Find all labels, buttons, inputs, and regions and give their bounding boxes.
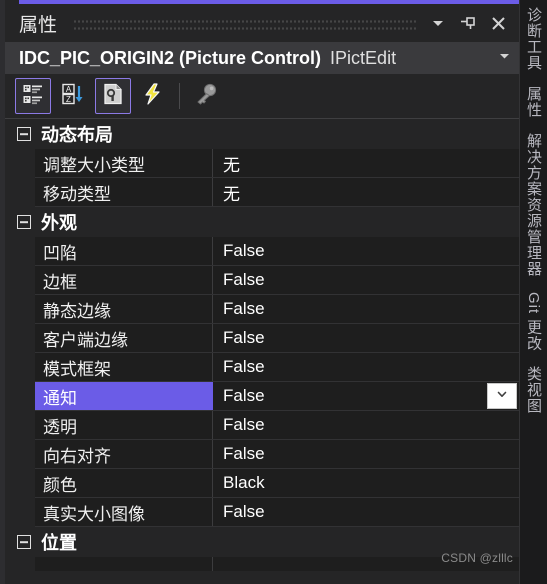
property-value[interactable]: False [213, 440, 519, 468]
key-icon [193, 81, 219, 112]
toolbar-alphabetical-view[interactable]: A Z [55, 78, 91, 114]
sort-alphabetical-icon: A Z [60, 81, 86, 112]
svg-text:A: A [66, 85, 72, 94]
object-type: IPictEdit [330, 47, 397, 68]
property-name: 静态边缘 [35, 295, 213, 323]
property-row[interactable]: 透明 False [35, 411, 519, 440]
vertical-tab-strip: 诊断工具 属性 解决方案资源管理器 Git 更改 类视图 [519, 0, 547, 584]
property-row[interactable]: 颜色 Black [35, 469, 519, 498]
property-name: 通知 [35, 382, 213, 410]
property-name: 向右对齐 [35, 440, 213, 468]
property-row[interactable]: 移动类型 无 [35, 178, 519, 207]
property-value[interactable]: False [213, 266, 519, 294]
lightning-bolt-icon [140, 81, 166, 112]
property-row[interactable]: 向右对齐 False [35, 440, 519, 469]
property-value[interactable] [213, 557, 519, 571]
property-group-label: 动态布局 [41, 125, 113, 145]
property-row[interactable]: 真实大小图像 False [35, 498, 519, 527]
vtab-diagnostic-tools[interactable]: 诊断工具 [523, 2, 544, 81]
svg-text:Z: Z [66, 95, 71, 104]
property-name [35, 557, 213, 571]
vtab-properties[interactable]: 属性 [523, 81, 544, 128]
collapse-minus-icon[interactable] [17, 127, 31, 141]
property-group-header[interactable]: 位置 [11, 527, 519, 557]
property-value[interactable]: False [213, 324, 519, 352]
property-group-label: 位置 [41, 533, 77, 553]
panel-titlebar: 属性 [5, 4, 519, 42]
vtab-class-view[interactable]: 类视图 [523, 361, 544, 424]
property-name: 透明 [35, 411, 213, 439]
close-icon [490, 15, 507, 32]
property-value[interactable]: False [213, 295, 519, 323]
property-group-header[interactable]: 动态布局 [11, 119, 519, 149]
toolbar-separator [179, 83, 180, 109]
property-value[interactable]: False [213, 498, 519, 526]
property-value[interactable]: False [213, 382, 519, 410]
properties-panel: 属性 IDC_PIC_ORIGIN2 (Picture Control) IPi… [5, 0, 519, 584]
property-row[interactable]: 边框 False [35, 266, 519, 295]
property-name: 模式框架 [35, 353, 213, 381]
property-name: 颜色 [35, 469, 213, 497]
collapse-minus-icon[interactable] [17, 215, 31, 229]
property-grid[interactable]: 动态布局 调整大小类型 无 移动类型 无 外观 凹陷 False 边框 Fals… [5, 119, 519, 584]
property-group-label: 外观 [41, 213, 77, 233]
vtab-solution-explorer[interactable]: 解决方案资源管理器 [523, 128, 544, 287]
property-name: 边框 [35, 266, 213, 294]
property-value[interactable]: False [213, 353, 519, 381]
properties-page-icon [100, 81, 126, 112]
property-row-selected[interactable]: 通知 False [35, 382, 519, 411]
chevron-down-icon [498, 49, 511, 67]
property-name: 真实大小图像 [35, 498, 213, 526]
property-row[interactable]: 调整大小类型 无 [35, 149, 519, 178]
property-value[interactable]: Black [213, 469, 519, 497]
property-group-header[interactable]: 外观 [11, 207, 519, 237]
property-row[interactable] [35, 557, 519, 571]
properties-toolbar: A Z [5, 74, 519, 119]
window-menu-button[interactable] [423, 9, 453, 37]
categorized-view-icon [20, 81, 46, 112]
property-name: 客户端边缘 [35, 324, 213, 352]
object-dropdown-button[interactable] [493, 49, 515, 67]
properties-window: 属性 IDC_PIC_ORIGIN2 (Picture Control) IPi… [0, 0, 547, 584]
property-value-dropdown-button[interactable] [487, 383, 517, 409]
toolbar-properties-view[interactable] [95, 78, 131, 114]
object-selector[interactable]: IDC_PIC_ORIGIN2 (Picture Control) IPictE… [5, 42, 519, 74]
object-name: IDC_PIC_ORIGIN2 (Picture Control) [19, 47, 322, 68]
pin-icon [459, 14, 477, 32]
property-name: 凹陷 [35, 237, 213, 265]
chevron-down-icon [430, 15, 446, 31]
property-value[interactable]: 无 [213, 149, 519, 177]
property-row[interactable]: 客户端边缘 False [35, 324, 519, 353]
toolbar-events-view[interactable] [135, 78, 171, 114]
toolbar-property-pages[interactable] [188, 78, 224, 114]
property-name: 调整大小类型 [35, 149, 213, 177]
chevron-down-icon [495, 387, 509, 406]
toolbar-categorized-view[interactable] [15, 78, 51, 114]
property-row[interactable]: 模式框架 False [35, 353, 519, 382]
vtab-git-changes[interactable]: Git 更改 [523, 287, 544, 361]
drag-handle[interactable] [73, 16, 417, 30]
property-row[interactable]: 静态边缘 False [35, 295, 519, 324]
collapse-minus-icon[interactable] [17, 535, 31, 549]
panel-title: 属性 [19, 14, 58, 36]
property-value[interactable]: False [213, 237, 519, 265]
property-value[interactable]: False [213, 411, 519, 439]
auto-hide-pin-button[interactable] [453, 9, 483, 37]
property-value[interactable]: 无 [213, 178, 519, 206]
property-row[interactable]: 凹陷 False [35, 237, 519, 266]
property-name: 移动类型 [35, 178, 213, 206]
close-button[interactable] [483, 9, 513, 37]
